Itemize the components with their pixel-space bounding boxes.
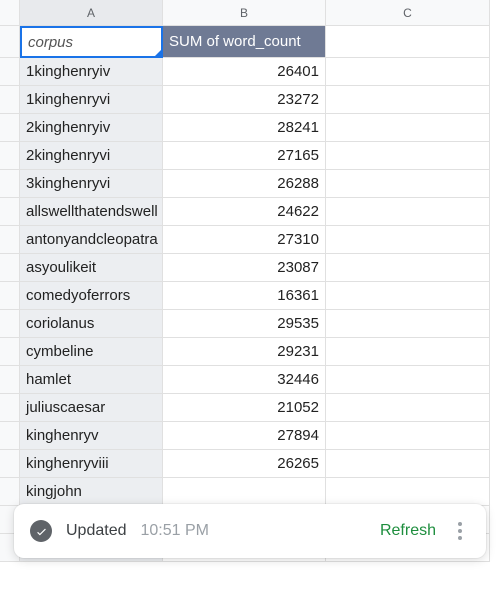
cell-corpus[interactable]: 1kinghenryvi — [20, 86, 163, 114]
cell-value[interactable]: 27310 — [163, 226, 326, 254]
row-gutter — [0, 198, 20, 226]
cell-empty[interactable] — [326, 58, 490, 86]
cell-value[interactable]: 24622 — [163, 198, 326, 226]
more-icon[interactable] — [450, 522, 470, 540]
row-gutter — [0, 86, 20, 114]
cell-empty[interactable] — [326, 394, 490, 422]
cell-corpus[interactable]: hamlet — [20, 366, 163, 394]
cell-corpus[interactable]: 2kinghenryiv — [20, 114, 163, 142]
cell-value[interactable]: 27165 — [163, 142, 326, 170]
pivot-corpus-header[interactable]: corpus — [20, 26, 163, 58]
cell-empty[interactable] — [326, 142, 490, 170]
cell-value[interactable]: 23087 — [163, 254, 326, 282]
row-gutter — [0, 422, 20, 450]
column-header-A[interactable]: A — [20, 0, 163, 26]
cell-value[interactable]: 29231 — [163, 338, 326, 366]
row-gutter — [0, 142, 20, 170]
row-gutter — [0, 366, 20, 394]
cell-empty[interactable] — [326, 310, 490, 338]
cell-empty[interactable] — [326, 170, 490, 198]
spreadsheet-grid[interactable]: ABCcorpusSUM of word_count1kinghenryiv26… — [0, 0, 500, 562]
row-gutter — [0, 58, 20, 86]
cell-corpus[interactable]: allswellthatendswell — [20, 198, 163, 226]
refresh-button[interactable]: Refresh — [380, 522, 436, 540]
cell-value[interactable]: 16361 — [163, 282, 326, 310]
row-gutter — [0, 450, 20, 478]
row-gutter — [0, 338, 20, 366]
cell-value[interactable]: 29535 — [163, 310, 326, 338]
cell-corpus[interactable]: 2kinghenryvi — [20, 142, 163, 170]
cell-corpus[interactable]: juliuscaesar — [20, 394, 163, 422]
cell-value[interactable]: 23272 — [163, 86, 326, 114]
cell-value[interactable] — [163, 478, 326, 506]
cell-corpus[interactable]: kingjohn — [20, 478, 163, 506]
row-gutter — [0, 170, 20, 198]
row-gutter — [0, 478, 20, 506]
cell-corpus[interactable]: cymbeline — [20, 338, 163, 366]
cell-value[interactable]: 21052 — [163, 394, 326, 422]
cell-empty[interactable] — [326, 422, 490, 450]
cell-empty[interactable] — [326, 114, 490, 142]
toast-time: 10:51 PM — [141, 522, 209, 540]
cell-empty[interactable] — [326, 478, 490, 506]
cell-empty[interactable] — [326, 282, 490, 310]
select-all-corner[interactable] — [0, 0, 20, 26]
cell-empty[interactable] — [326, 366, 490, 394]
column-header-B[interactable]: B — [163, 0, 326, 26]
status-toast: Updated 10:51 PM Refresh — [14, 504, 486, 558]
cell-corpus[interactable]: kinghenryviii — [20, 450, 163, 478]
check-icon — [30, 520, 52, 542]
cell-corpus[interactable]: 1kinghenryiv — [20, 58, 163, 86]
toast-message: Updated — [66, 522, 127, 540]
row-gutter — [0, 114, 20, 142]
cell-empty[interactable] — [326, 338, 490, 366]
cell-corpus[interactable]: antonyandcleopatra — [20, 226, 163, 254]
cell-C1[interactable] — [326, 26, 490, 58]
cell-corpus[interactable]: coriolanus — [20, 310, 163, 338]
column-header-C[interactable]: C — [326, 0, 490, 26]
cell-empty[interactable] — [326, 198, 490, 226]
cell-value[interactable]: 28241 — [163, 114, 326, 142]
cell-empty[interactable] — [326, 86, 490, 114]
row-gutter — [0, 226, 20, 254]
cell-empty[interactable] — [326, 226, 490, 254]
row-gutter — [0, 394, 20, 422]
cell-empty[interactable] — [326, 254, 490, 282]
row-gutter — [0, 282, 20, 310]
cell-empty[interactable] — [326, 450, 490, 478]
row-gutter — [0, 254, 20, 282]
row-gutter — [0, 310, 20, 338]
cell-corpus[interactable]: kinghenryv — [20, 422, 163, 450]
cell-corpus[interactable]: comedyoferrors — [20, 282, 163, 310]
cell-value[interactable]: 26288 — [163, 170, 326, 198]
cell-value[interactable]: 32446 — [163, 366, 326, 394]
cell-value[interactable]: 27894 — [163, 422, 326, 450]
cell-value[interactable]: 26401 — [163, 58, 326, 86]
pivot-sum-header[interactable]: SUM of word_count — [163, 26, 326, 58]
cell-corpus[interactable]: asyoulikeit — [20, 254, 163, 282]
cell-value[interactable]: 26265 — [163, 450, 326, 478]
row-gutter — [0, 26, 20, 58]
cell-corpus[interactable]: 3kinghenryvi — [20, 170, 163, 198]
